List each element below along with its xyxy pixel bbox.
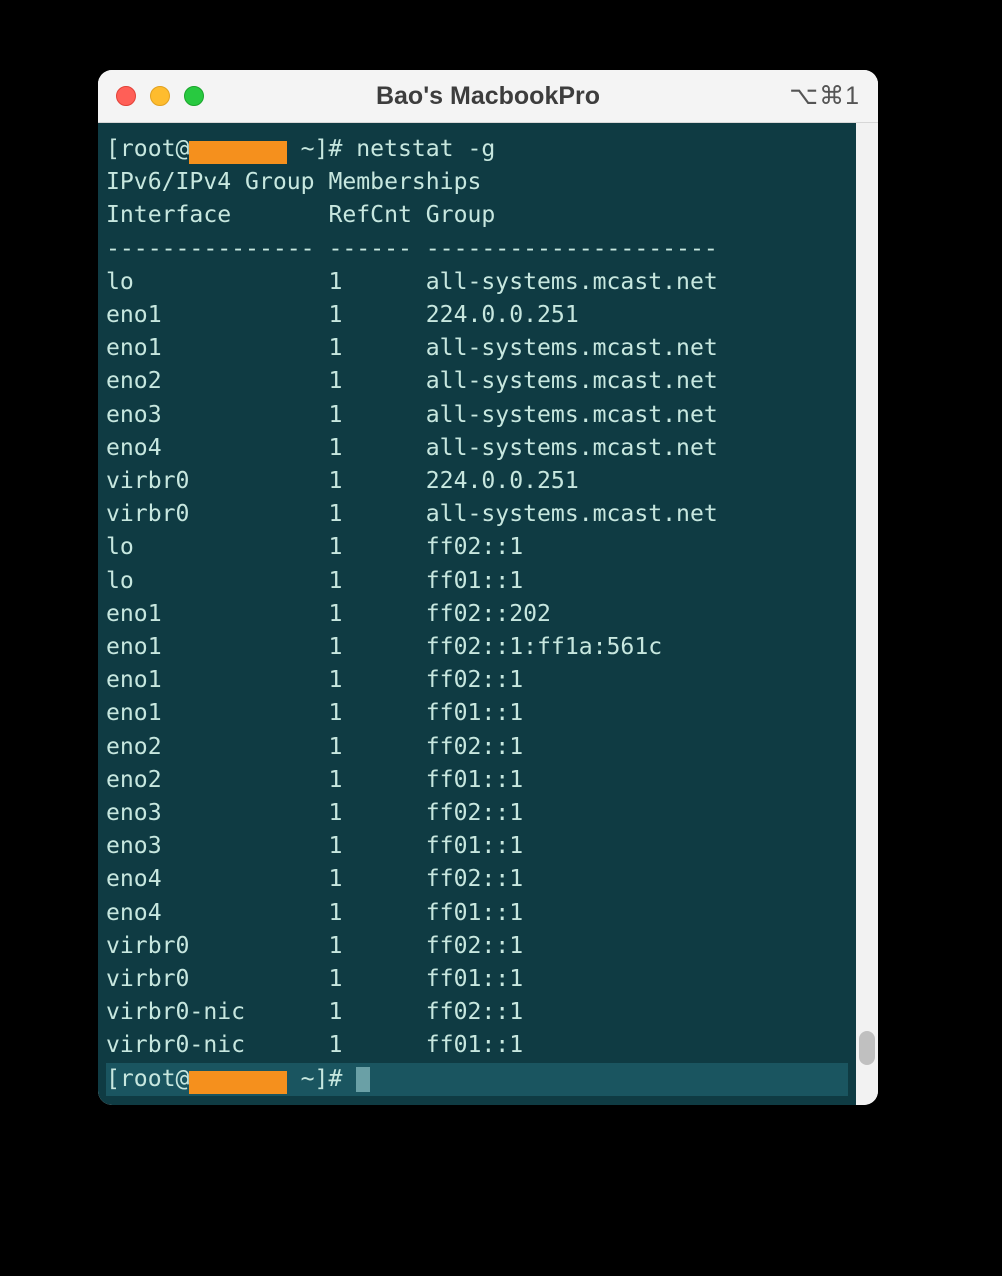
scrollbar-track[interactable] [856, 123, 878, 1105]
scrollbar-thumb[interactable] [859, 1031, 875, 1065]
redacted-hostname [189, 141, 286, 164]
traffic-lights [116, 86, 204, 106]
terminal-viewport[interactable]: [root@ ~]# netstat -g IPv6/IPv4 Group Me… [98, 123, 856, 1105]
zoom-icon[interactable] [184, 86, 204, 106]
close-icon[interactable] [116, 86, 136, 106]
window-title: Bao's MacbookPro [98, 82, 878, 111]
terminal-output[interactable]: [root@ ~]# netstat -g IPv6/IPv4 Group Me… [98, 123, 856, 1096]
cursor-icon [356, 1067, 370, 1091]
titlebar: Bao's MacbookPro ⌥⌘1 [98, 70, 878, 123]
tab-shortcut: ⌥⌘1 [789, 81, 860, 111]
window-body: [root@ ~]# netstat -g IPv6/IPv4 Group Me… [98, 123, 878, 1105]
minimize-icon[interactable] [150, 86, 170, 106]
terminal-window: Bao's MacbookPro ⌥⌘1 [root@ ~]# netstat … [98, 70, 878, 1105]
redacted-hostname [189, 1071, 286, 1094]
